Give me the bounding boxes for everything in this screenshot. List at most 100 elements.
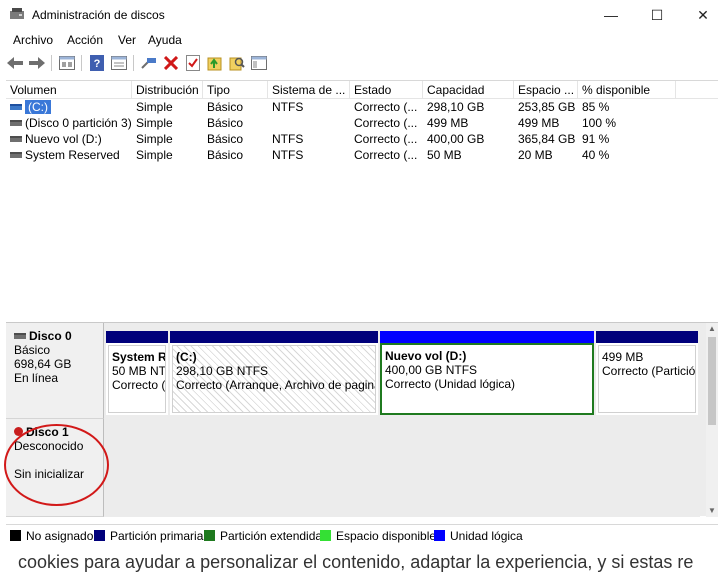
background-page-text: cookies para ayudar a personalizar el co… [18,552,694,572]
partition-name: Nuevo vol (D:) [385,349,467,363]
console-icon [251,56,267,70]
toolbar: ? [0,52,726,74]
search-button[interactable] [228,54,246,72]
help-button[interactable]: ? [88,54,106,72]
partition-system-reserved[interactable]: System R 50 MB NT Correcto ( [106,331,168,415]
partition-c[interactable]: (C:) 298,10 GB NTFS Correcto (Arranque, … [170,331,378,415]
table-cell: NTFS [272,148,304,162]
toolbar-separator [51,55,52,71]
partition-bar [380,331,594,343]
close-icon: ✕ [697,6,709,23]
close-button[interactable]: ✕ [680,0,726,30]
volume-icon [10,136,22,142]
partition-status: Correcto (Arranque, Archivo de pagina [176,378,376,392]
legend-swatch [94,530,105,541]
toolbar-separator [133,55,134,71]
column-header[interactable]: Volumen [6,81,132,99]
menu-bar: Archivo Acción Ver Ayuda [0,30,726,50]
table-cell: Básico [207,100,244,114]
partition-name: (C:) [176,350,197,364]
column-header[interactable]: Tipo [203,81,268,99]
legend-swatch [320,530,331,541]
back-icon [7,57,23,69]
column-header[interactable]: Distribución [132,81,203,99]
partition-size: 400,00 GB NTFS [385,363,478,377]
volume-icon [10,120,22,126]
volume-list: Volumen Distribución Tipo Sistema de ...… [6,80,718,308]
back-button[interactable] [6,54,24,72]
legend-item: Partición extendida [204,529,322,543]
volume-icon [10,104,22,110]
table-cell: Simple [136,100,173,114]
scrollbar-thumb[interactable] [708,337,716,425]
check-button[interactable] [184,54,202,72]
table-cell [268,115,350,131]
volume-list-header: Volumen Distribución Tipo Sistema de ...… [6,81,718,99]
connect-icon [141,58,156,69]
table-cell: 40 % [582,148,610,162]
connect-button[interactable] [140,54,158,72]
scroll-up-icon[interactable]: ▲ [706,323,718,335]
table-row[interactable]: (C:) Simple Básico NTFS Correcto (... 29… [6,99,718,115]
disk-icon [14,333,26,339]
menu-ver[interactable]: Ver [118,33,136,47]
toolbar-separator [81,55,82,71]
table-cell: Simple [136,116,173,130]
minimize-button[interactable]: — [588,0,634,30]
column-header[interactable]: Sistema de ... [268,81,350,99]
menu-archivo[interactable]: Archivo [13,33,53,47]
folder-up-button[interactable] [206,54,224,72]
partition-3[interactable]: 499 MB Correcto (Partició [596,331,698,415]
table-cell: Simple [136,132,173,146]
table-cell: 365,84 GB [518,132,576,146]
partition-size: 50 MB NT [112,364,166,378]
table-row[interactable]: (Disco 0 partición 3) Simple Básico Corr… [6,115,718,131]
table-cell: 20 MB [518,148,553,162]
disk-1-area[interactable] [104,421,700,517]
view-button[interactable] [110,54,128,72]
menu-accion[interactable]: Acción [67,33,103,47]
menu-ayuda[interactable]: Ayuda [148,33,182,47]
disk-1-label[interactable]: Disco 1 Desconocido Sin inicializar [6,419,104,517]
window-title: Administración de discos [32,8,165,22]
legend-item: Unidad lógica [434,529,523,543]
legend-label: Unidad lógica [450,529,523,543]
table-cell: Correcto (... [354,116,418,130]
legend-item: Partición primaria [94,529,203,543]
table-cell: 100 % [582,116,617,130]
table-cell: NTFS [272,132,304,146]
table-row[interactable]: System Reserved Simple Básico NTFS Corre… [6,147,718,163]
partition-name: System R [112,350,166,364]
partition-d[interactable]: Nuevo vol (D:) 400,00 GB NTFS Correcto (… [380,331,594,415]
table-cell: Básico [207,148,244,162]
scroll-down-icon[interactable]: ▼ [706,505,718,517]
disk-0-partitions: System R 50 MB NT Correcto ( (C:) 298,10… [104,331,700,415]
volume-name: System Reserved [25,148,120,162]
column-header[interactable]: Estado [350,81,423,99]
column-header[interactable]: Capacidad [423,81,514,99]
legend: No asignado Partición primaria Partición… [6,524,718,544]
help-icon: ? [90,55,104,71]
table-cell: Simple [136,148,173,162]
forward-button[interactable] [28,54,46,72]
disk-0-label[interactable]: Disco 0 Básico 698,64 GB En línea [6,323,104,419]
disk-size [14,453,103,467]
properties-icon [59,56,75,70]
disk-graphical-view: Disco 0 Básico 698,64 GB En línea System… [6,322,718,517]
column-header[interactable]: Espacio ... [514,81,578,99]
legend-item: No asignado [10,529,93,543]
table-cell: 400,00 GB [427,132,485,146]
console-button[interactable] [250,54,268,72]
table-cell: 253,85 GB [518,100,576,114]
table-cell: 499 MB [518,116,560,130]
table-row[interactable]: Nuevo vol (D:) Simple Básico NTFS Correc… [6,131,718,147]
partition-status: Correcto (Unidad lógica) [385,377,516,391]
delete-button[interactable] [162,54,180,72]
forward-icon [29,57,45,69]
properties-button[interactable] [58,54,76,72]
column-header[interactable]: % disponible [578,81,676,99]
vertical-scrollbar[interactable]: ▲ ▼ [706,323,718,517]
legend-label: Espacio disponible [336,529,437,543]
title-bar: Administración de discos — ☐ ✕ [0,0,726,30]
maximize-button[interactable]: ☐ [634,0,680,30]
